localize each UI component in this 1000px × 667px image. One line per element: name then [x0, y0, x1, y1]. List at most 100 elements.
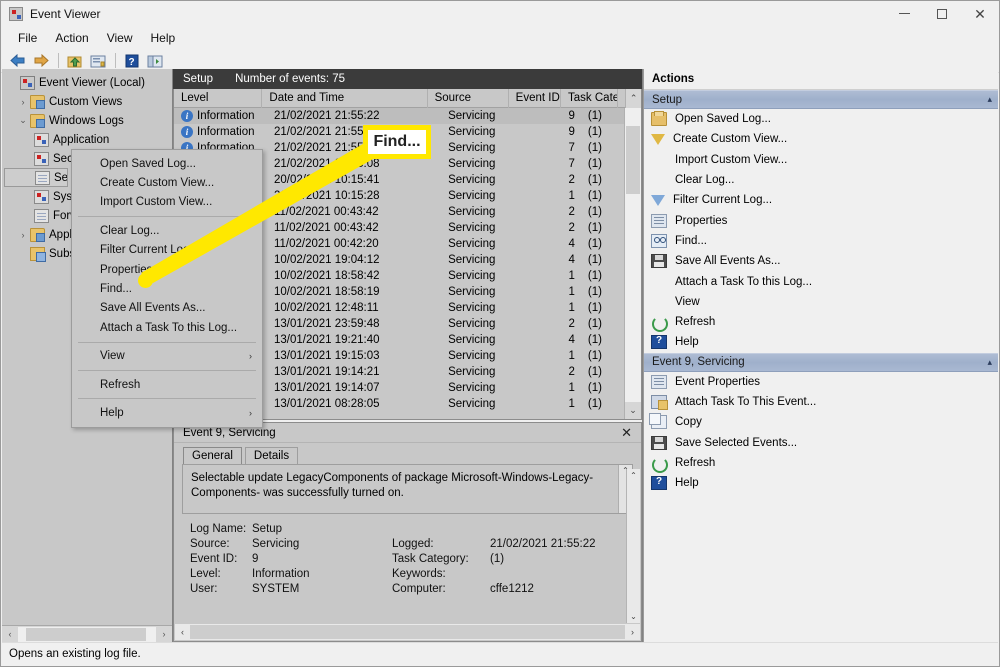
detail-horizontal-scrollbar[interactable]: ‹ ›	[175, 624, 640, 640]
action-item[interactable]: Attach Task To This Event...	[644, 392, 998, 412]
cell-event-id: 2	[568, 206, 575, 218]
minimize-button[interactable]	[885, 1, 923, 27]
table-row[interactable]: i Information 21/02/2021 21:55:22 Servicing…	[174, 108, 641, 124]
column-header-source[interactable]: Source	[428, 89, 509, 108]
scroll-down-icon[interactable]: ⌄	[627, 610, 640, 623]
cell-source: Servicing	[448, 126, 496, 138]
cell-event-id: 2	[568, 174, 575, 186]
properties-icon	[651, 374, 667, 389]
action-item[interactable]: Refresh	[644, 312, 998, 333]
action-item[interactable]: Import Custom View...	[644, 150, 998, 170]
cell-event-id: 4	[568, 238, 575, 250]
tree-node-setup[interactable]: Setup	[4, 168, 68, 187]
column-header-level[interactable]: Level	[174, 89, 263, 108]
tree-horizontal-scrollbar[interactable]: ‹ ›	[2, 625, 172, 642]
action-item[interactable]: Copy	[644, 412, 998, 432]
scroll-thumb[interactable]	[26, 627, 146, 641]
actions-group-header[interactable]: Setup ▴	[644, 90, 998, 109]
scroll-left-icon[interactable]: ‹	[175, 627, 190, 637]
action-item[interactable]: Refresh	[644, 453, 998, 473]
action-item[interactable]: Properties	[644, 210, 998, 230]
action-item[interactable]: Save Selected Events...	[644, 432, 998, 452]
context-menu-item[interactable]: Filter Current Log...	[72, 241, 262, 260]
information-icon: i	[181, 126, 193, 138]
back-button[interactable]	[7, 51, 29, 71]
tree-node-application[interactable]: Application	[4, 130, 172, 149]
detail-close-icon[interactable]: ✕	[618, 425, 635, 441]
show-hide-console-tree-button[interactable]	[144, 51, 166, 71]
chevron-up-icon[interactable]: ▴	[987, 94, 992, 105]
context-menu-item[interactable]: Properties	[72, 260, 262, 279]
context-menu-item[interactable]: Find...	[72, 279, 262, 298]
tree-node-event-viewer-local[interactable]: Event Viewer (Local)	[4, 73, 172, 92]
scroll-thumb[interactable]	[626, 126, 640, 194]
tree-node-windows-logs[interactable]: ⌄ Windows Logs	[4, 111, 172, 130]
context-menu-item[interactable]: View ›	[72, 347, 262, 366]
action-item[interactable]: Create Custom View...	[644, 129, 998, 149]
folder-icon	[30, 94, 45, 109]
context-menu-item[interactable]: Refresh	[72, 375, 262, 394]
menu-view[interactable]: View	[98, 29, 142, 47]
context-menu-item[interactable]: Import Custom View...	[72, 193, 262, 212]
context-menu-item[interactable]: Clear Log...	[72, 221, 262, 240]
column-header-date-and-time[interactable]: Date and Time	[262, 89, 428, 108]
detail-vertical-scrollbar[interactable]: ⌃ ⌄	[626, 469, 640, 623]
action-item[interactable]: Event Properties	[644, 372, 998, 392]
scroll-left-icon[interactable]: ‹	[2, 627, 18, 642]
scroll-thumb[interactable]	[190, 625, 625, 639]
menu-action[interactable]: Action	[46, 29, 97, 47]
scroll-right-icon[interactable]: ›	[625, 627, 640, 637]
help-button[interactable]: ?	[121, 51, 143, 71]
properties-button[interactable]	[87, 51, 109, 71]
window-controls: ✕	[885, 1, 999, 27]
scroll-up-icon[interactable]: ⌃	[627, 469, 640, 482]
action-item[interactable]: View	[644, 292, 998, 312]
tree-node-custom-views[interactable]: › Custom Views	[4, 92, 172, 111]
context-menu-item[interactable]: Attach a Task To this Log...	[72, 318, 262, 337]
scroll-track[interactable]	[18, 626, 156, 642]
action-item[interactable]: Help	[644, 332, 998, 352]
action-item[interactable]: Clear Log...	[644, 170, 998, 190]
menu-help[interactable]: Help	[142, 29, 185, 47]
close-button[interactable]: ✕	[961, 1, 999, 27]
tree-node-label: Custom Views	[49, 95, 123, 108]
chevron-up-icon[interactable]: ▴	[987, 357, 992, 368]
maximize-button[interactable]	[923, 1, 961, 27]
menu-file[interactable]: File	[9, 29, 46, 47]
cell-event-id: 1	[568, 286, 575, 298]
scroll-up-icon[interactable]: ⌃	[625, 89, 641, 108]
context-menu-item-label: Filter Current Log...	[100, 244, 200, 257]
action-item-label: Find...	[675, 234, 707, 247]
maximize-icon	[937, 8, 947, 19]
scroll-right-icon[interactable]: ›	[156, 627, 172, 642]
events-vertical-scrollbar[interactable]: ⌄	[624, 108, 641, 419]
up-one-level-button[interactable]	[64, 51, 86, 71]
event-message: Selectable update LegacyComponents of pa…	[191, 472, 594, 499]
expander-icon[interactable]: ›	[16, 97, 30, 107]
tab-details[interactable]: Details	[244, 447, 299, 464]
action-item[interactable]: Help	[644, 473, 998, 493]
action-item[interactable]: Filter Current Log...	[644, 190, 998, 210]
cell-source: Servicing	[448, 398, 496, 410]
expander-icon[interactable]: ›	[16, 230, 30, 240]
action-item[interactable]: Open Saved Log...	[644, 109, 998, 129]
action-item[interactable]: Attach a Task To this Log...	[644, 271, 998, 291]
action-item[interactable]: Save All Events As...	[644, 251, 998, 271]
forward-button[interactable]	[30, 51, 52, 71]
context-menu-item[interactable]: Open Saved Log...	[72, 154, 262, 173]
column-header-event-id[interactable]: Event ID	[509, 89, 562, 108]
column-header-task-category[interactable]: Task Categ...	[561, 89, 619, 108]
context-menu-item[interactable]: Help ›	[72, 403, 262, 422]
tab-general[interactable]: General	[183, 447, 242, 464]
cell-event-id: 7	[568, 142, 575, 154]
action-item[interactable]: Find...	[644, 231, 998, 251]
context-menu-item[interactable]: Save All Events As...	[72, 299, 262, 318]
show-hide-tree-icon	[147, 55, 163, 67]
context-menu-item[interactable]: Create Custom View...	[72, 173, 262, 192]
expander-icon[interactable]: ⌄	[16, 115, 30, 126]
cell-level-text: Information	[197, 126, 255, 138]
actions-group-header[interactable]: Event 9, Servicing ▴	[644, 352, 998, 372]
window-title: Event Viewer	[30, 6, 101, 21]
scroll-down-icon[interactable]: ⌄	[625, 402, 641, 419]
action-item-label: Properties	[675, 214, 728, 227]
